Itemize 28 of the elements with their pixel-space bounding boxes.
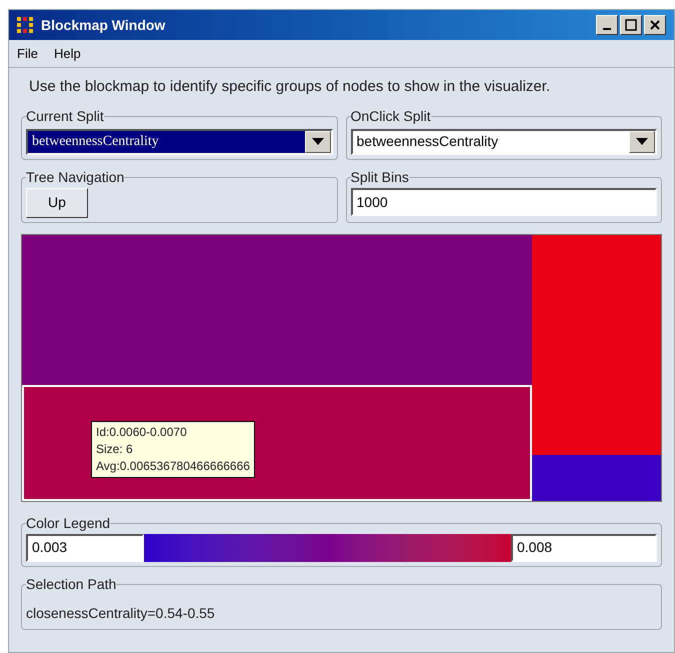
menu-item[interactable]: File — [17, 44, 38, 64]
group-label: Current Split — [26, 106, 104, 126]
group-label: Tree Navigation — [26, 168, 124, 187]
menu-item[interactable]: Help — [54, 44, 81, 64]
minimize-button[interactable] — [596, 15, 618, 35]
group-label: Split Bins — [350, 168, 409, 187]
maximize-button[interactable] — [620, 15, 642, 35]
split-dropdown[interactable]: betweennessCentrality — [26, 128, 332, 154]
group-label: OnClick Split — [350, 106, 431, 126]
tooltip-line: Id:0.0060-0.0070 — [96, 424, 188, 440]
instructions-text: Use the blockmap to identify specific groups of nodes to show in the visualizer. — [28, 77, 552, 97]
selection-path-text: closenessCentrality=0.54-0.55 — [26, 604, 216, 623]
group-label: Color Legend — [26, 514, 110, 533]
split-bins-field[interactable]: 1000 — [350, 188, 657, 216]
app-icon — [17, 17, 33, 33]
dropdown-value: betweennessCentrality — [28, 130, 304, 152]
maximize-icon — [625, 19, 637, 31]
up-button[interactable]: Up — [26, 188, 88, 218]
split-dropdown[interactable]: betweennessCentrality — [350, 128, 657, 154]
tooltip-line: Avg:0.006536780466666666 — [96, 458, 250, 474]
close-button[interactable] — [644, 15, 666, 35]
close-icon — [649, 19, 661, 31]
window-title: Blockmap Window — [41, 16, 166, 35]
minimize-icon — [603, 28, 611, 30]
tooltip-line: Size: 6 — [96, 440, 134, 458]
legend-max-field[interactable]: 0.008 — [511, 534, 657, 562]
legend-min-field[interactable]: 0.003 — [26, 534, 144, 562]
group-label: Selection Path — [26, 574, 116, 594]
